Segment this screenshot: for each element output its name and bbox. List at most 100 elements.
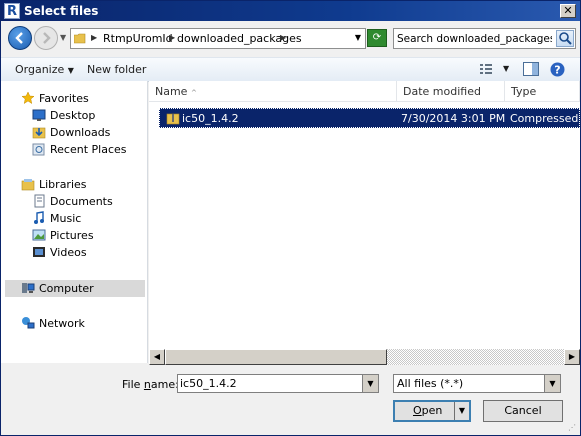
recent-places-icon bbox=[32, 143, 45, 156]
back-arrow-icon bbox=[15, 32, 23, 44]
nav-computer[interactable]: Computer bbox=[21, 281, 94, 297]
scroll-track[interactable] bbox=[387, 349, 564, 365]
refresh-button[interactable]: ⟳ bbox=[367, 29, 387, 47]
nav-documents[interactable]: Documents bbox=[32, 194, 113, 210]
nav-computer-label: Computer bbox=[39, 282, 94, 295]
open-label-rest: pen bbox=[421, 404, 443, 417]
videos-icon bbox=[33, 247, 45, 257]
search-box[interactable] bbox=[393, 28, 576, 49]
nav-music[interactable]: Music bbox=[32, 211, 81, 227]
footer-panel: File name: ▼ All files (*.*) ▼ Open ▼ Ca… bbox=[1, 365, 580, 435]
file-type-filter[interactable]: All files (*.*) ▼ bbox=[393, 374, 561, 393]
search-button[interactable] bbox=[556, 30, 574, 47]
help-icon[interactable]: ? bbox=[550, 62, 565, 77]
filename-dropdown-icon[interactable]: ▼ bbox=[362, 375, 378, 392]
search-icon bbox=[559, 32, 572, 45]
back-button[interactable] bbox=[8, 26, 32, 50]
navigation-bar: ▼ ▶ RtmpUromId ▶ downloaded_packages ▶ ▼… bbox=[1, 21, 580, 57]
svg-text:?: ? bbox=[554, 64, 560, 77]
recent-locations-dropdown[interactable]: ▼ bbox=[60, 34, 68, 42]
forward-button[interactable] bbox=[34, 26, 58, 50]
nav-desktop[interactable]: Desktop bbox=[32, 108, 95, 124]
window-title: Select files bbox=[24, 4, 99, 18]
sort-ascending-icon: ^ bbox=[190, 89, 197, 97]
preview-pane-icon[interactable] bbox=[523, 62, 539, 76]
command-bar: Organize ▼ New folder ▼ ? bbox=[1, 57, 580, 82]
filename-field[interactable] bbox=[180, 376, 360, 391]
column-header-date-modified[interactable]: Date modified bbox=[397, 81, 505, 102]
nav-downloads[interactable]: Downloads bbox=[32, 125, 110, 141]
nav-network-label: Network bbox=[39, 317, 85, 330]
column-header-name[interactable]: Name ^ bbox=[149, 81, 397, 102]
breadcrumb-separator-icon[interactable]: ▶ bbox=[91, 33, 97, 42]
filter-dropdown-icon[interactable]: ▼ bbox=[544, 375, 560, 392]
desktop-icon bbox=[32, 109, 46, 121]
r-app-icon: R bbox=[4, 3, 20, 19]
file-row[interactable]: ic50_1.4.2 7/30/2014 3:01 PM Compressed … bbox=[159, 108, 581, 128]
open-split-dropdown-icon[interactable]: ▼ bbox=[454, 402, 469, 420]
nav-pictures-label: Pictures bbox=[50, 229, 94, 242]
title-bar[interactable]: R Select files ✕ bbox=[1, 1, 580, 21]
nav-recent-places[interactable]: Recent Places bbox=[32, 142, 127, 158]
documents-icon bbox=[34, 194, 45, 208]
libraries-icon bbox=[21, 179, 35, 191]
scroll-left-icon[interactable]: ◀ bbox=[149, 349, 165, 365]
nav-network[interactable]: Network bbox=[21, 316, 85, 332]
nav-videos-label: Videos bbox=[50, 246, 87, 259]
new-folder-button[interactable]: New folder bbox=[87, 63, 146, 76]
nav-downloads-label: Downloads bbox=[50, 126, 111, 139]
nav-favorites[interactable]: Favorites bbox=[21, 91, 89, 107]
nav-libraries[interactable]: Libraries bbox=[21, 177, 87, 193]
breadcrumb-separator-icon[interactable]: ▶ bbox=[169, 33, 175, 42]
star-icon bbox=[21, 91, 35, 105]
nav-pictures[interactable]: Pictures bbox=[32, 228, 94, 244]
scroll-right-icon[interactable]: ▶ bbox=[564, 349, 580, 365]
column-name-label: Name bbox=[155, 85, 188, 98]
nav-libraries-label: Libraries bbox=[39, 178, 87, 191]
filename-label: File name: bbox=[122, 378, 179, 391]
horizontal-scrollbar[interactable]: ◀ ▶ bbox=[149, 349, 580, 365]
filename-label-post: ame: bbox=[150, 378, 179, 391]
forward-arrow-icon bbox=[43, 32, 51, 44]
file-date-modified: 7/30/2014 3:01 PM bbox=[401, 112, 506, 125]
breadcrumb-separator-icon[interactable]: ▶ bbox=[280, 33, 286, 42]
music-icon bbox=[34, 211, 44, 224]
address-bar[interactable]: ▶ RtmpUromId ▶ downloaded_packages ▶ ▼ bbox=[70, 28, 366, 49]
open-label-key: O bbox=[413, 404, 422, 417]
pictures-icon bbox=[32, 229, 46, 241]
folder-icon bbox=[74, 33, 86, 44]
file-name: ic50_1.4.2 bbox=[182, 112, 239, 125]
nav-desktop-label: Desktop bbox=[50, 109, 96, 122]
filename-combo[interactable]: ▼ bbox=[177, 374, 379, 393]
file-type-filter-value: All files (*.*) bbox=[397, 377, 464, 390]
computer-icon bbox=[22, 283, 35, 293]
open-button[interactable]: Open ▼ bbox=[393, 400, 471, 422]
cancel-button[interactable]: Cancel bbox=[483, 400, 563, 422]
close-button[interactable]: ✕ bbox=[560, 4, 576, 18]
nav-videos[interactable]: Videos bbox=[32, 245, 87, 261]
column-header-type[interactable]: Type bbox=[505, 81, 580, 102]
filename-label-key: n bbox=[143, 378, 151, 391]
file-list: Name ^ Date modified Type ic50_1.4.2 7/3… bbox=[149, 81, 581, 363]
scroll-thumb[interactable] bbox=[165, 349, 387, 365]
view-dropdown-icon[interactable]: ▼ bbox=[503, 64, 509, 73]
filename-label-pre: File bbox=[122, 378, 144, 391]
view-options-icon[interactable] bbox=[479, 62, 493, 76]
resize-grip-icon[interactable]: ⋰ bbox=[568, 423, 578, 433]
search-input[interactable] bbox=[397, 31, 552, 46]
chevron-down-icon: ▼ bbox=[67, 66, 74, 75]
file-type: Compressed (zip bbox=[510, 112, 581, 125]
breadcrumb-rtmp[interactable]: RtmpUromId bbox=[103, 32, 173, 45]
select-files-dialog: R Select files ✕ ▼ ▶ RtmpUromId ▶ downlo… bbox=[0, 0, 581, 436]
organize-button[interactable]: Organize ▼ bbox=[15, 63, 74, 76]
nav-music-label: Music bbox=[50, 212, 82, 225]
nav-favorites-label: Favorites bbox=[39, 92, 89, 105]
organize-label: Organize bbox=[15, 63, 65, 76]
zip-folder-icon bbox=[166, 113, 180, 125]
navigation-pane: Favorites Desktop Downloads Recent Place… bbox=[1, 81, 148, 363]
open-label: Open bbox=[413, 402, 442, 420]
address-dropdown-icon[interactable]: ▼ bbox=[355, 33, 361, 42]
network-icon bbox=[22, 317, 35, 329]
nav-recent-places-label: Recent Places bbox=[50, 143, 127, 156]
nav-documents-label: Documents bbox=[50, 195, 113, 208]
